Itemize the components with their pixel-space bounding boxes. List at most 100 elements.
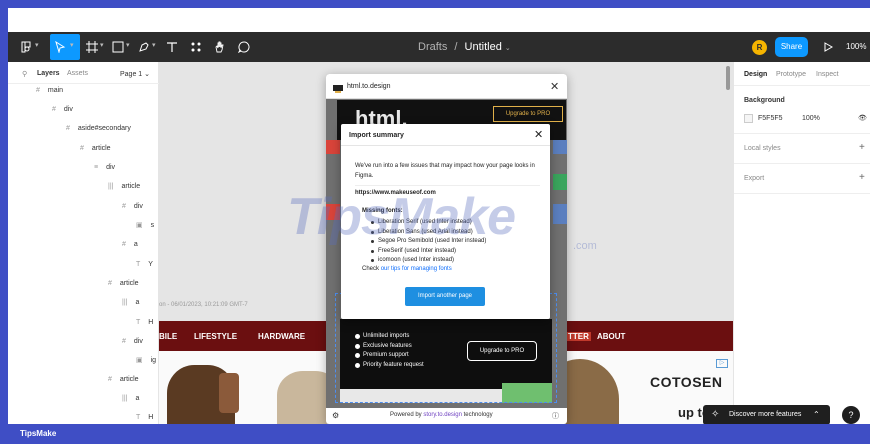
layer-item[interactable]: # div (122, 200, 143, 212)
layer-type-icon: # (66, 124, 70, 132)
shape-tool-icon[interactable] (110, 39, 126, 55)
move-tool-icon[interactable] (52, 39, 68, 55)
figma-menu-icon[interactable] (18, 39, 34, 55)
layer-item[interactable]: TH (136, 316, 153, 328)
nav-item-hardware[interactable]: HARDWARE (258, 332, 305, 341)
pen-tool-icon[interactable] (136, 39, 152, 55)
font-item: icomoon (used Inter instead) (378, 257, 455, 263)
watermark: TipsMake (287, 188, 516, 246)
add-style-icon[interactable]: + (859, 142, 865, 153)
tab-layers[interactable]: Layers (37, 70, 60, 77)
dialog-title: Import summary (349, 132, 404, 139)
gear-icon[interactable]: ⚙ (332, 411, 339, 420)
layer-item[interactable]: # article (108, 277, 139, 289)
font-tips-link[interactable]: our tips for managing fonts (381, 266, 452, 272)
layer-item[interactable]: # article (108, 373, 139, 385)
layer-item[interactable]: # aside#secondary (66, 122, 131, 134)
text-tool-icon[interactable] (164, 39, 180, 55)
eye-icon[interactable]: 👁 (858, 114, 867, 122)
export-section: Export + (734, 164, 870, 194)
layer-item[interactable]: # div (52, 103, 73, 115)
search-icon[interactable]: ⚲ (22, 70, 27, 78)
discover-features-popup[interactable]: ✧ Discover more features ⌃ (703, 405, 830, 425)
nav-item-about[interactable]: ABOUT (597, 332, 625, 341)
powered-by-suffix: technology (463, 412, 493, 418)
breadcrumb-drafts[interactable]: Drafts (418, 41, 447, 53)
chevron-up-icon[interactable]: ⌃ (813, 410, 820, 419)
zoom-level[interactable]: 100% ⌄ (846, 42, 870, 51)
page-name: Page 1 (120, 71, 143, 78)
close-icon[interactable]: ✕ (534, 128, 543, 141)
plugin-title: html.to.design (347, 83, 391, 90)
canvas-scrollbar[interactable] (726, 66, 730, 90)
nav-item-lifestyle[interactable]: LIFESTYLE (194, 332, 237, 341)
chevron-down-icon: ▾ (35, 42, 39, 49)
layer-label: article (91, 144, 111, 152)
layer-label: H (148, 318, 154, 326)
decor-stripe-red (326, 140, 340, 154)
tab-assets[interactable]: Assets (67, 70, 88, 77)
ad-choices-icon[interactable]: ▷ (716, 359, 728, 368)
help-icon[interactable]: ⓘ (552, 411, 559, 421)
layer-label: div (106, 163, 116, 171)
layer-label: a (135, 298, 140, 306)
layer-item[interactable]: ≡ div (94, 161, 115, 173)
layer-item[interactable]: ▣ s (136, 219, 154, 231)
layer-item[interactable]: ▣ ig (136, 354, 156, 366)
resources-icon[interactable] (188, 39, 204, 55)
ad-brand[interactable]: COTOSEN (650, 374, 722, 390)
page-selector[interactable]: Page 1 ⌄ (120, 70, 150, 78)
frame-tool-icon[interactable] (84, 39, 100, 55)
plugin-header: html.to.design ✕ (326, 74, 567, 99)
present-play-icon[interactable] (820, 39, 836, 55)
canvas-timestamp: on - 06/01/2023, 10:21:09 GMT-7 (159, 302, 248, 308)
layer-item[interactable]: ||| a (122, 296, 139, 308)
background-opacity[interactable]: 100% (802, 115, 820, 122)
nav-item-mobile[interactable]: BILE (159, 332, 177, 341)
chevron-down-icon[interactable]: ⌄ (505, 45, 511, 52)
bullet (371, 259, 374, 263)
bullet (371, 249, 374, 253)
file-name[interactable]: Untitled (465, 41, 502, 53)
story-to-design-link[interactable]: story.to.design (423, 412, 462, 418)
tab-design[interactable]: Design (744, 71, 767, 78)
layer-item[interactable]: ||| article (108, 180, 140, 192)
chevron-down-icon: ▾ (152, 42, 156, 49)
layer-item[interactable]: # div (122, 335, 143, 347)
decor-stripe-blue-2 (553, 204, 567, 224)
layer-item[interactable]: TH (136, 411, 153, 423)
add-export-icon[interactable]: + (859, 172, 865, 183)
discover-label: Discover more features (729, 411, 802, 418)
close-icon[interactable]: ✕ (550, 80, 559, 93)
layer-label: aside#secondary (77, 124, 131, 132)
comment-tool-icon[interactable] (236, 39, 252, 55)
tab-inspect[interactable]: Inspect (816, 71, 839, 78)
hero-upgrade-button[interactable]: Upgrade to PRO (493, 106, 563, 122)
tab-prototype[interactable]: Prototype (776, 71, 806, 78)
layer-label: H (148, 413, 154, 421)
avatar[interactable]: R (752, 40, 767, 55)
layer-type-icon: ▣ (136, 357, 143, 364)
background-color-swatch[interactable] (744, 114, 753, 123)
nav-item-newsletter[interactable]: TTER (566, 332, 591, 341)
layer-item[interactable]: # main (36, 84, 63, 96)
layer-label: main (47, 86, 64, 94)
file-title[interactable]: Drafts / Untitled ⌄ (418, 41, 511, 53)
footer-bar: TipsMake (0, 424, 870, 444)
layer-type-icon: T (136, 318, 141, 326)
help-button[interactable]: ? (842, 406, 860, 424)
layer-type-icon: ||| (122, 394, 128, 402)
layer-item[interactable]: ||| a (122, 392, 139, 404)
layer-item[interactable]: # article (80, 142, 111, 154)
share-button[interactable]: Share (775, 37, 808, 57)
hand-tool-icon[interactable] (212, 39, 228, 55)
local-styles-label: Local styles (744, 145, 781, 152)
plugin-logo-icon (333, 81, 343, 93)
layer-item[interactable]: TY (136, 258, 153, 270)
dialog-intro: We've run into a few issues that may imp… (355, 163, 535, 179)
layer-item[interactable]: # a (122, 238, 138, 250)
import-another-page-button[interactable]: Import another page (405, 287, 485, 306)
layer-label: article (121, 182, 141, 190)
layer-type-icon: ||| (122, 298, 128, 306)
background-hex[interactable]: F5F5F5 (758, 115, 783, 122)
